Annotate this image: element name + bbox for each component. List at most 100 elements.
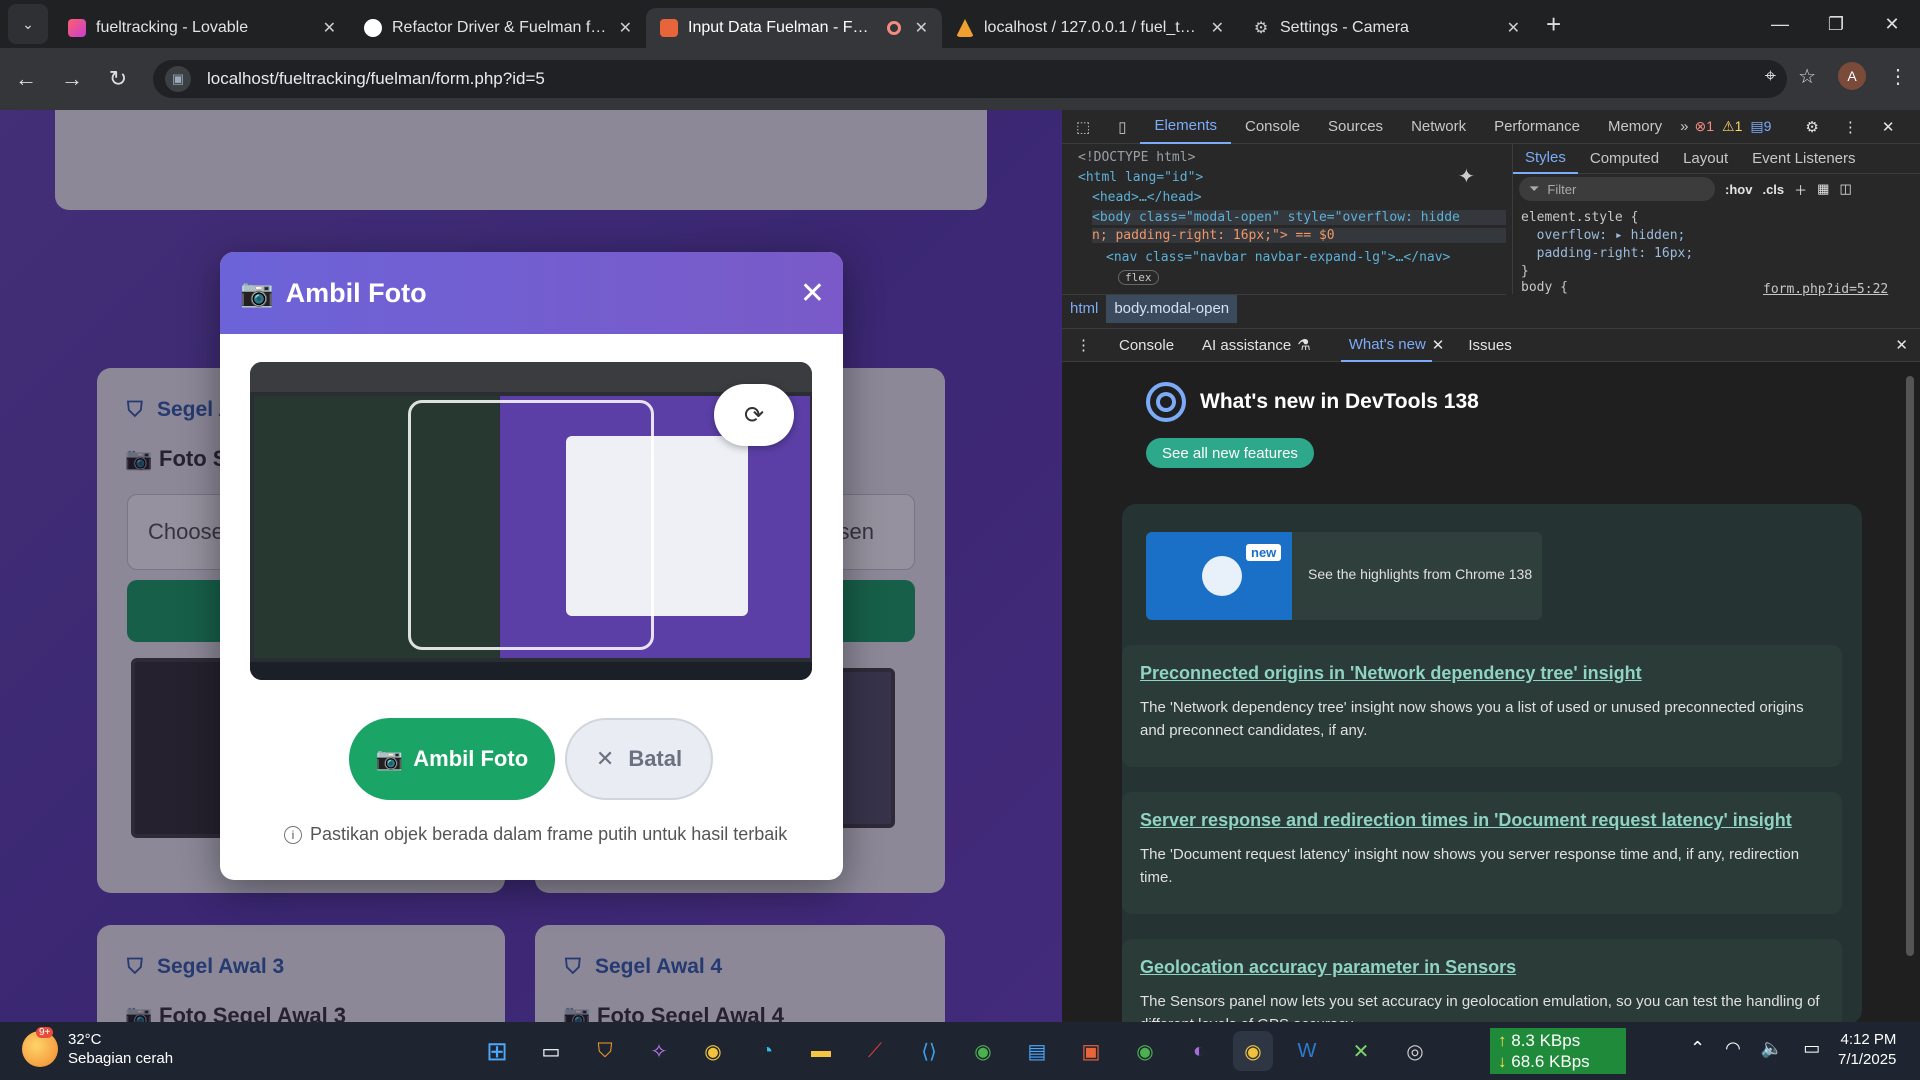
tab-console[interactable]: Console bbox=[1231, 110, 1314, 144]
address-bar[interactable]: ▣ localhost/fueltracking/fuelman/form.ph… bbox=[153, 60, 1787, 98]
drawer-tab-ai[interactable]: AI assistance bbox=[1188, 337, 1297, 354]
tab-network[interactable]: Network bbox=[1397, 110, 1480, 144]
new-tab-button[interactable]: + bbox=[1546, 9, 1561, 40]
avatar[interactable]: A bbox=[1838, 62, 1866, 90]
feature-heading-link[interactable]: Preconnected origins in 'Network depende… bbox=[1140, 663, 1824, 684]
html-line[interactable]: <html lang="id"> bbox=[1078, 170, 1203, 185]
close-icon[interactable]: ✕ bbox=[619, 18, 632, 38]
tab-sources[interactable]: Sources bbox=[1314, 110, 1397, 144]
pen-app-icon[interactable]: ⟋ bbox=[855, 1031, 895, 1071]
body-line-cont[interactable]: n; padding-right: 16px;"> == $0 bbox=[1092, 228, 1506, 243]
chrome-active-icon[interactable]: ◉ bbox=[1233, 1031, 1273, 1071]
more-tabs-icon[interactable]: » bbox=[1676, 110, 1692, 144]
chevron-up-icon[interactable]: ⌃ bbox=[1690, 1038, 1705, 1059]
copilot-icon[interactable]: ✧ bbox=[639, 1031, 679, 1071]
xampp-icon[interactable]: ✕ bbox=[1341, 1031, 1381, 1071]
tab-layout[interactable]: Layout bbox=[1671, 144, 1740, 174]
hov-toggle[interactable]: :hov bbox=[1725, 182, 1752, 197]
scrollbar[interactable] bbox=[1906, 376, 1914, 956]
battery-icon[interactable]: ▭ bbox=[1803, 1038, 1820, 1059]
chrome-alt-icon[interactable]: ◉ bbox=[1125, 1031, 1165, 1071]
weather-widget[interactable]: 9+ 32°C Sebagian cerah bbox=[22, 1027, 173, 1068]
kebab-menu-icon[interactable]: ⋮ bbox=[1888, 64, 1908, 89]
style-source-link[interactable]: form.php?id=5:22 bbox=[1763, 282, 1888, 297]
chrome-icon[interactable]: ◉ bbox=[693, 1031, 733, 1071]
style-line[interactable]: padding-right: 16px; bbox=[1521, 246, 1694, 261]
head-line[interactable]: <head>…</head> bbox=[1092, 190, 1202, 205]
nav-line[interactable]: <nav class="navbar navbar-expand-lg">…</… bbox=[1106, 250, 1450, 265]
location-icon[interactable]: ⌖ bbox=[1765, 65, 1776, 88]
minimize-icon[interactable]: — bbox=[1752, 0, 1808, 48]
crumb-body[interactable]: body.modal-open bbox=[1106, 294, 1238, 323]
notepad-icon[interactable]: ▤ bbox=[1017, 1031, 1057, 1071]
windows-start-icon[interactable]: ⊞ bbox=[477, 1031, 517, 1071]
switch-camera-button[interactable]: ⟳ bbox=[714, 384, 794, 446]
tab-computed[interactable]: Computed bbox=[1578, 144, 1671, 174]
tab-settings-camera[interactable]: ⚙ Settings - Camera ✕ bbox=[1238, 8, 1534, 48]
close-icon[interactable]: ✕ bbox=[1211, 18, 1224, 38]
close-icon[interactable]: ✕ bbox=[1432, 336, 1459, 354]
add-rule-icon[interactable]: ＋ bbox=[1794, 180, 1807, 199]
body-line[interactable]: <body class="modal-open" style="overflow… bbox=[1092, 210, 1506, 225]
error-count-badge[interactable]: ⊗1 bbox=[1694, 118, 1714, 135]
wifi-icon[interactable]: ◠ bbox=[1725, 1038, 1741, 1059]
drawer-tab-whats-new[interactable]: What's new bbox=[1340, 328, 1432, 362]
tab-search-button[interactable]: ⌄ bbox=[8, 4, 48, 44]
paint-icon[interactable]: ▦ bbox=[1817, 181, 1829, 197]
filter-input[interactable]: ⏷ Filter bbox=[1519, 177, 1715, 201]
inspect-icon[interactable]: ⬚ bbox=[1062, 110, 1104, 144]
drawer-tab-console[interactable]: Console bbox=[1105, 337, 1188, 354]
volume-icon[interactable]: 🔈 bbox=[1761, 1038, 1783, 1059]
close-window-icon[interactable]: ✕ bbox=[1864, 0, 1920, 48]
drawer-menu-icon[interactable]: ⋮ bbox=[1062, 336, 1105, 354]
back-icon[interactable]: ← bbox=[6, 59, 46, 99]
file-explorer-icon[interactable]: ▬ bbox=[801, 1031, 841, 1071]
tab-phpmyadmin[interactable]: localhost / 127.0.0.1 / fuel_track ✕ bbox=[942, 8, 1238, 48]
task-view-icon[interactable]: ▭ bbox=[531, 1031, 571, 1071]
kebab-menu-icon[interactable]: ⋮ bbox=[1843, 118, 1858, 136]
video-card[interactable]: new See the highlights from Chrome 138 bbox=[1146, 532, 1542, 620]
clock[interactable]: 4:12 PM 7/1/2025 bbox=[1838, 1030, 1896, 1070]
tab-event-listeners[interactable]: Event Listeners bbox=[1740, 144, 1867, 174]
device-toolbar-icon[interactable]: ▯ bbox=[1104, 110, 1140, 144]
chrome-profile-icon[interactable]: ◉ bbox=[963, 1031, 1003, 1071]
feature-heading-link[interactable]: Server response and redirection times in… bbox=[1140, 810, 1824, 831]
feature-heading-link[interactable]: Geolocation accuracy parameter in Sensor… bbox=[1140, 957, 1824, 978]
tab-memory[interactable]: Memory bbox=[1594, 110, 1676, 144]
tab-fuelman[interactable]: Input Data Fuelman - Fuelman ✕ bbox=[646, 8, 942, 48]
network-speed-widget[interactable]: ↑ 8.3 KBps ↓ 68.6 KBps bbox=[1490, 1028, 1626, 1074]
reload-icon[interactable]: ↻ bbox=[98, 59, 138, 99]
tab-lovable[interactable]: fueltracking - Lovable ✕ bbox=[54, 8, 350, 48]
close-drawer-icon[interactable]: ✕ bbox=[1895, 336, 1908, 354]
github-desktop-icon[interactable]: ◐ bbox=[1179, 1031, 1219, 1071]
close-icon[interactable]: ✕ bbox=[1507, 18, 1520, 38]
close-devtools-icon[interactable]: ✕ bbox=[1882, 118, 1895, 136]
cls-toggle[interactable]: .cls bbox=[1762, 182, 1784, 197]
shield-app-icon[interactable]: ⛉ bbox=[585, 1031, 625, 1071]
obs-icon[interactable]: ◎ bbox=[1395, 1031, 1435, 1071]
accessibility-icon[interactable]: ✦ bbox=[1458, 164, 1475, 189]
cancel-button[interactable]: ✕ Batal bbox=[565, 718, 713, 800]
vscode-icon[interactable]: ⟨⟩ bbox=[909, 1031, 949, 1071]
settings-gear-icon[interactable]: ⚙ bbox=[1805, 118, 1818, 136]
crumb-html[interactable]: html bbox=[1062, 300, 1106, 317]
drawer-tab-issues[interactable]: Issues bbox=[1458, 337, 1521, 354]
style-line[interactable]: overflow: ▸ hidden; bbox=[1521, 228, 1686, 243]
warning-count-badge[interactable]: ⚠1 bbox=[1722, 118, 1742, 135]
close-icon[interactable]: ✕ bbox=[915, 18, 928, 38]
tab-elements[interactable]: Elements bbox=[1140, 110, 1231, 144]
bookmark-star-icon[interactable]: ☆ bbox=[1798, 64, 1816, 89]
restore-icon[interactable]: ❐ bbox=[1808, 0, 1864, 48]
flex-badge[interactable]: flex bbox=[1118, 270, 1159, 285]
close-icon[interactable]: ✕ bbox=[800, 276, 825, 311]
site-info-icon[interactable]: ▣ bbox=[165, 66, 191, 92]
take-photo-button[interactable]: 📷 Ambil Foto bbox=[349, 718, 555, 800]
edge-icon[interactable]: ◔ bbox=[747, 1031, 787, 1071]
app-orange-icon[interactable]: ▣ bbox=[1071, 1031, 1111, 1071]
see-all-features-button[interactable]: See all new features bbox=[1146, 438, 1314, 468]
close-icon[interactable]: ✕ bbox=[323, 18, 336, 38]
word-icon[interactable]: W bbox=[1287, 1031, 1327, 1071]
info-count-badge[interactable]: ▤9 bbox=[1750, 118, 1771, 135]
tab-performance[interactable]: Performance bbox=[1480, 110, 1594, 144]
tab-github[interactable]: Refactor Driver & Fuelman form ✕ bbox=[350, 8, 646, 48]
